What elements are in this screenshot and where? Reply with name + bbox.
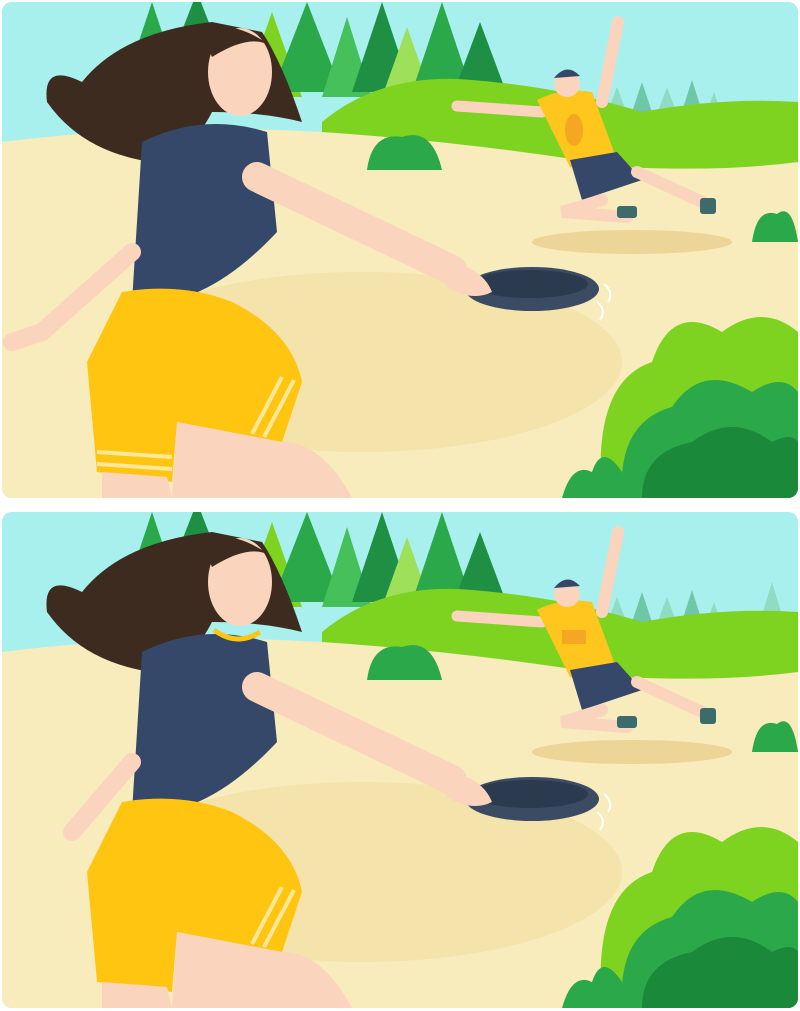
shirt-logo — [562, 630, 586, 644]
frisbee-scene-original — [2, 2, 798, 498]
spot-the-difference-game — [0, 0, 800, 1011]
frisbee-scene-modified — [2, 512, 798, 1008]
modified-image-panel[interactable] — [2, 512, 798, 1008]
original-image-panel[interactable] — [2, 2, 798, 498]
shirt-logo — [565, 114, 583, 146]
